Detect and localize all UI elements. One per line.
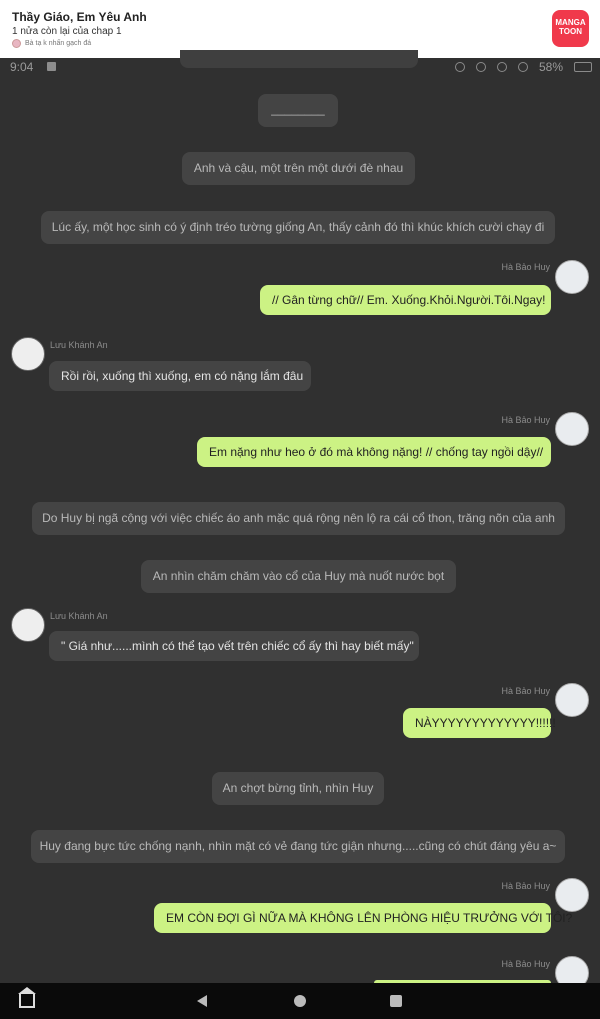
narration-bubble: An chợt bừng tỉnh, nhìn Huy	[212, 772, 384, 805]
narration-bubble: An nhìn chăm chăm vào cổ của Huy mà nuốt…	[141, 560, 456, 593]
navigation-bar	[0, 983, 600, 1019]
status-bar: 9:04 58%	[0, 58, 600, 76]
avatar-ha-bao-huy[interactable]	[555, 683, 589, 717]
narration-bubble: Huy đang bực tức chống nạnh, nhìn mặt có…	[31, 830, 565, 863]
status-time: 9:04	[10, 60, 34, 74]
message-bubble-left: Rồi rồi, xuống thì xuống, em có nặng lắm…	[49, 361, 311, 391]
battery-icon	[574, 62, 592, 72]
avatar-ha-bao-huy[interactable]	[555, 260, 589, 294]
narration-bubble: Do Huy bị ngã cộng với việc chiếc áo anh…	[32, 502, 565, 535]
narration-bubble: Anh và cậu, một trên một dưới đè nhau	[182, 152, 415, 185]
author-avatar-icon	[12, 39, 21, 48]
status-icons: 58%	[454, 60, 592, 74]
message-bubble-right: NÀYYYYYYYYYYYYY!!!!!!	[403, 708, 556, 738]
speaker-name: Hà Bảo Huy	[501, 262, 550, 272]
message-bubble-right: // Gân từng chữ// Em. Xuống.Khỏi.Người.T…	[260, 285, 551, 315]
speaker-name: Lưu Khánh An	[50, 340, 108, 350]
speaker-name: Hà Bảo Huy	[501, 415, 550, 425]
avatar-luu-khanh-an[interactable]	[11, 337, 45, 371]
message-bubble-left: " Giá như......mình có thể tạo vết trên …	[49, 631, 419, 661]
gallery-icon	[47, 62, 56, 71]
story-title: Thầy Giáo, Em Yêu Anh	[12, 10, 147, 24]
avatar-luu-khanh-an[interactable]	[11, 608, 45, 642]
logo-line-2: TOON	[559, 27, 582, 36]
narration-bubble: ________	[258, 94, 338, 127]
airplane-icon	[517, 62, 528, 72]
speaker-name: Hà Bảo Huy	[501, 686, 550, 696]
mangatoon-logo[interactable]: MANGA TOON	[552, 10, 589, 47]
author-note: Bà tạ k nhấn gạch đá	[12, 39, 91, 48]
avatar-ha-bao-huy[interactable]	[555, 412, 589, 446]
story-subtitle: 1 nửa còn lại của chap 1	[12, 26, 122, 37]
recents-icon[interactable]	[390, 995, 402, 1007]
message-bubble-right: Em nặng như heo ở đó mà không nặng! // c…	[197, 437, 551, 467]
wifi-icon	[496, 62, 507, 72]
logo-line-1: MANGA	[555, 18, 586, 27]
back-icon[interactable]	[197, 995, 207, 1007]
speaker-name: Hà Bảo Huy	[501, 959, 550, 969]
author-note-text: Bà tạ k nhấn gạch đá	[25, 40, 92, 47]
battery-percent: 58%	[538, 60, 563, 74]
message-bubble-right: EM CÒN ĐỢI GÌ NỮA MÀ KHÔNG LÊN PHÒNG HIỆ…	[154, 903, 572, 933]
speaker-name: Lưu Khánh An	[50, 611, 108, 621]
home-button-icon[interactable]	[294, 995, 306, 1007]
mute-icon	[454, 62, 465, 72]
moon-icon	[475, 62, 486, 72]
narration-bubble: Lúc ấy, một học sinh có ý định tréo tườn…	[41, 211, 555, 244]
home-icon[interactable]	[18, 987, 36, 1008]
speaker-name: Hà Bảo Huy	[501, 881, 550, 891]
